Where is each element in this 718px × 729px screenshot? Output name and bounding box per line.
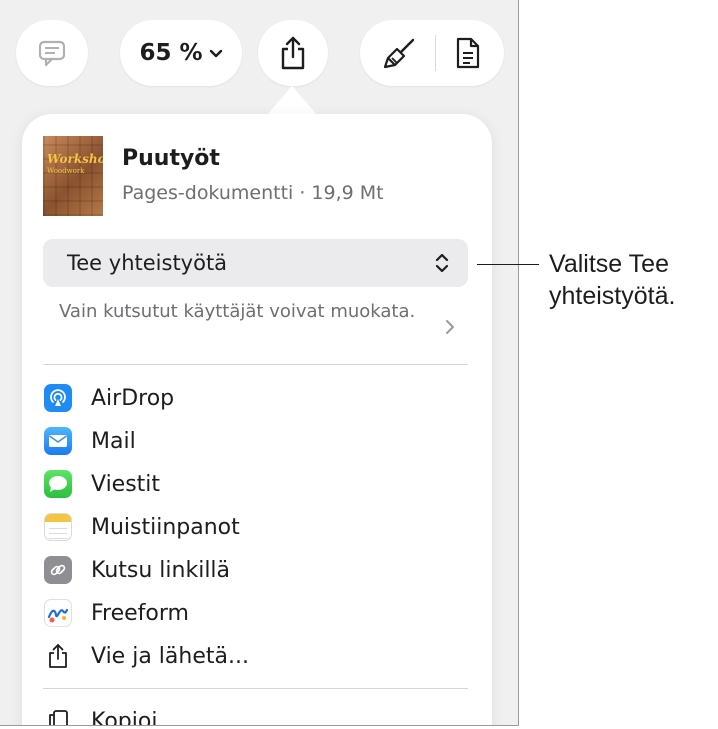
copy-icon bbox=[44, 707, 72, 725]
share-item-airdrop[interactable]: AirDrop bbox=[44, 378, 174, 418]
share-item-messages[interactable]: Viestit bbox=[44, 464, 160, 504]
zoom-label: 65 % bbox=[139, 40, 203, 66]
share-icon bbox=[281, 36, 305, 70]
separator bbox=[43, 688, 468, 689]
link-icon bbox=[44, 556, 72, 584]
share-item-freeform[interactable]: Freeform bbox=[44, 593, 189, 633]
paintbrush-icon[interactable] bbox=[383, 36, 417, 70]
share-button[interactable] bbox=[258, 20, 328, 86]
app-window: 65 % Workshop Woodwor bbox=[0, 0, 519, 726]
document-subtitle: Pages-dokumentti · 19,9 Mt bbox=[122, 182, 384, 204]
menu-item-copy[interactable]: Kopioi bbox=[44, 701, 158, 726]
thumbnail-subtitle: Woodwork bbox=[47, 167, 85, 175]
comment-icon bbox=[38, 40, 66, 67]
share-item-invite-link[interactable]: Kutsu linkillä bbox=[44, 550, 230, 590]
collaboration-select-label: Tee yhteistyötä bbox=[67, 251, 228, 275]
mail-icon bbox=[44, 427, 72, 455]
chevron-right-icon[interactable] bbox=[444, 318, 456, 336]
share-item-label: Viestit bbox=[91, 471, 161, 497]
share-item-label: Freeform bbox=[91, 600, 189, 626]
comment-button[interactable] bbox=[16, 20, 88, 86]
popover-caret bbox=[266, 86, 318, 116]
share-item-label: Vie ja lähetä... bbox=[91, 643, 249, 669]
permission-description[interactable]: Vain kutsutut käyttäjät voivat muokata. bbox=[59, 300, 439, 324]
thumbnail-title: Workshop bbox=[47, 152, 103, 166]
share-item-mail[interactable]: Mail bbox=[44, 421, 136, 461]
callout-leader-line bbox=[477, 264, 539, 265]
share-item-label: Kutsu linkillä bbox=[91, 557, 231, 583]
share-item-label: AirDrop bbox=[91, 385, 175, 411]
share-item-export[interactable]: Vie ja lähetä... bbox=[44, 636, 249, 676]
callout-text: Valitse Tee yhteistyötä. bbox=[549, 250, 676, 310]
messages-icon bbox=[44, 470, 72, 498]
menu-item-label: Kopioi bbox=[91, 708, 158, 726]
document-title: Puutyöt bbox=[122, 146, 220, 171]
chevron-down-icon bbox=[209, 49, 222, 58]
up-down-chevron-icon bbox=[435, 253, 449, 273]
notes-icon bbox=[44, 513, 72, 541]
share-popover: Workshop Woodwork Puutyöt Pages-dokument… bbox=[22, 114, 492, 726]
toolbar-divider bbox=[434, 35, 436, 71]
export-icon bbox=[44, 642, 72, 670]
separator bbox=[43, 364, 468, 365]
collaboration-select[interactable]: Tee yhteistyötä bbox=[43, 239, 468, 287]
freeform-icon bbox=[44, 599, 72, 627]
zoom-button[interactable]: 65 % bbox=[120, 20, 242, 86]
document-thumbnail: Workshop Woodwork bbox=[43, 136, 103, 216]
share-item-notes[interactable]: Muistiinpanot bbox=[44, 507, 240, 547]
format-tools-group bbox=[360, 20, 504, 86]
document-icon[interactable] bbox=[454, 36, 482, 70]
airdrop-icon bbox=[44, 384, 72, 412]
share-item-label: Mail bbox=[91, 428, 136, 454]
share-item-label: Muistiinpanot bbox=[91, 514, 240, 540]
